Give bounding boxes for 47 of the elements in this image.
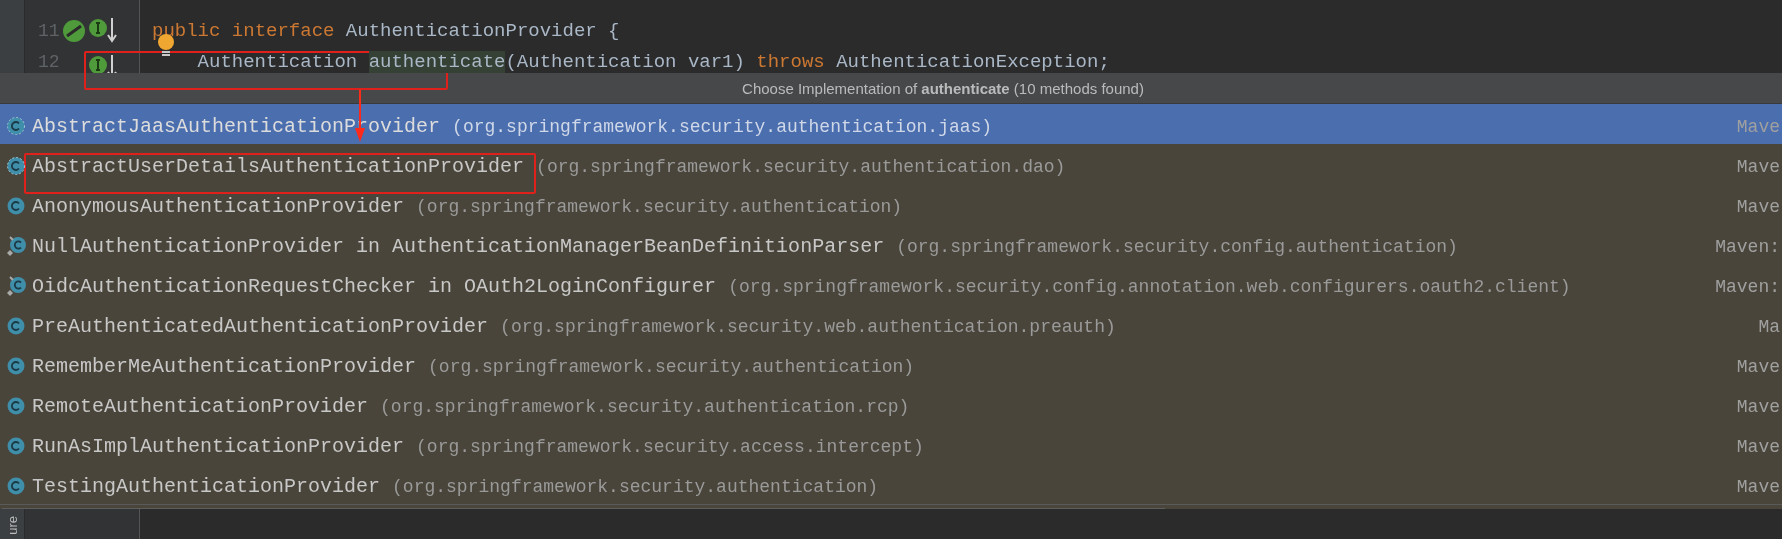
- popup-title: Choose Implementation of authenticate (10 methods found): [742, 80, 1144, 96]
- package-name: (org.springframework.security.authentication): [416, 198, 903, 216]
- library-name: Ma: [1758, 318, 1781, 336]
- package-name: (org.springframework.security.web.authentication.preauth): [500, 318, 1116, 336]
- implementation-item[interactable]: NullAuthenticationProvider in AuthenticationManagerBeanDefinitionParser (org.springframework.security.config.authentication) Maven:: [0, 224, 1782, 264]
- class-name: RunAsImplAuthenticationProvider: [32, 437, 405, 457]
- library-name: Mave: [1736, 118, 1781, 136]
- implemented-icon[interactable]: [62, 19, 86, 43]
- library-name: Mave: [1736, 478, 1781, 496]
- class-name: RemoteAuthenticationProvider: [32, 397, 369, 417]
- package-name: (org.springframework.security.access.intercept): [416, 438, 924, 456]
- package-name: (org.springframework.security.config.authentication): [896, 238, 1458, 256]
- library-name: Mave: [1736, 158, 1781, 176]
- library-name: Mave: [1736, 398, 1781, 416]
- code-line: public interface AuthenticationProvider {: [152, 21, 620, 41]
- package-name: (org.springframework.security.authentication.dao): [536, 158, 1066, 176]
- implementation-item[interactable]: OidcAuthenticationRequestChecker in OAuth2LoginConfigurer (org.springframework.security.config.annotation.web.configurers.oauth2.client) Maven:: [0, 264, 1782, 304]
- code-line: Authentication authenticate(Authentication var1) throws AuthenticationException;: [196, 53, 1110, 72]
- implementation-item[interactable]: RunAsImplAuthenticationProvider (org.springframework.security.access.intercept) Mave: [0, 424, 1782, 464]
- package-name: (org.springframework.security.config.annotation.web.configurers.oauth2.client): [728, 278, 1571, 296]
- inner-class-icon: [6, 276, 28, 298]
- implementation-item[interactable]: RememberMeAuthenticationProvider (org.springframework.security.authentication) Mave: [0, 344, 1782, 384]
- class-name: TestingAuthenticationProvider: [32, 477, 381, 497]
- tool-window-tab[interactable]: ure: [5, 516, 19, 535]
- abstract-class-icon: [6, 156, 28, 178]
- library-name: Maven:: [1715, 238, 1781, 256]
- package-name: (org.springframework.security.authentication.rcp): [380, 398, 910, 416]
- implementation-item[interactable]: AnonymousAuthenticationProvider (org.springframework.security.authentication) Mave: [0, 184, 1782, 224]
- implementation-item[interactable]: PreAuthenticatedAuthenticationProvider (org.springframework.security.web.authentication.preauth) Ma: [0, 304, 1782, 344]
- class-name: OidcAuthenticationRequestChecker in OAuth2LoginConfigurer: [32, 277, 717, 297]
- inner-class-icon: [6, 236, 28, 258]
- class-name: NullAuthenticationProvider in AuthenticationManagerBeanDefinitionParser: [32, 237, 885, 257]
- package-name: (org.springframework.security.authentication): [428, 358, 915, 376]
- library-name: Mave: [1736, 198, 1781, 216]
- class-name: AbstractUserDetailsAuthenticationProvider: [32, 157, 525, 177]
- library-name: Maven:: [1715, 278, 1781, 296]
- implementation-item[interactable]: TestingAuthenticationProvider (org.springframework.security.authentication) Mave: [0, 464, 1782, 504]
- package-name: (org.springframework.security.authentication.jaas): [452, 118, 993, 136]
- class-name: AnonymousAuthenticationProvider: [32, 197, 405, 217]
- class-name: PreAuthenticatedAuthenticationProvider: [32, 317, 489, 337]
- implementation-item[interactable]: AbstractUserDetailsAuthenticationProvider (org.springframework.security.authentication.dao) Mave: [0, 144, 1782, 184]
- library-name: Mave: [1736, 358, 1781, 376]
- implementation-item[interactable]: RemoteAuthenticationProvider (org.springframework.security.authentication.rcp) Mave: [0, 384, 1782, 424]
- library-name: Mave: [1736, 438, 1781, 456]
- abstract-class-icon: [6, 116, 28, 138]
- class-name: RememberMeAuthenticationProvider: [32, 357, 417, 377]
- package-name: (org.springframework.security.authentication): [392, 478, 879, 496]
